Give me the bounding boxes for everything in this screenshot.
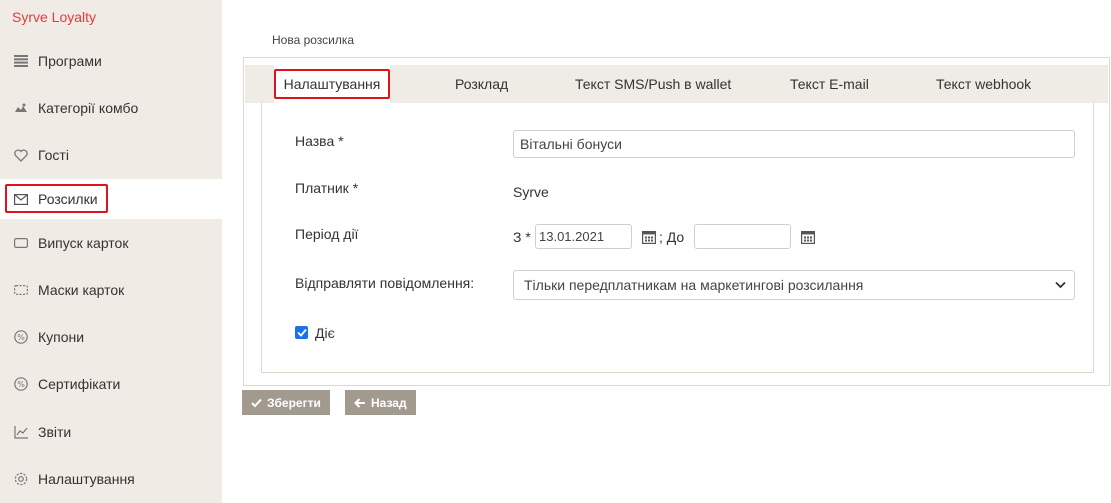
name-label: Назва * — [295, 133, 344, 149]
tab-email-text[interactable]: Текст E-mail — [790, 65, 869, 103]
chart-icon — [12, 425, 30, 439]
sidebar-item-label: Програми — [38, 53, 102, 69]
heart-icon — [12, 148, 30, 162]
sidebar: Syrve Loyalty Програми Категорії комбо Г… — [0, 0, 222, 503]
sidebar-item-guests[interactable]: Гості — [0, 135, 222, 175]
check-icon — [296, 328, 307, 337]
name-input[interactable] — [513, 130, 1075, 158]
sidebar-item-reports[interactable]: Звіти — [0, 412, 222, 452]
sidebar-item-label: Налаштування — [38, 471, 135, 487]
active-checkbox[interactable] — [295, 326, 308, 339]
sidebar-item-label: Купони — [38, 329, 85, 345]
tab-settings[interactable]: Налаштування — [274, 65, 390, 103]
period-from-input[interactable] — [535, 224, 632, 249]
sidebar-item-card-masks[interactable]: Маски карток — [0, 270, 222, 310]
save-button[interactable]: Зберегти — [242, 390, 330, 415]
svg-text:%: % — [17, 380, 25, 389]
sidebar-item-label: Сертифікати — [38, 376, 121, 392]
sidebar-item-label: Категорії комбо — [38, 100, 139, 116]
sidebar-item-settings[interactable]: Налаштування — [0, 459, 222, 499]
percent-icon: % — [12, 377, 30, 391]
period-to-input[interactable] — [694, 224, 791, 249]
sidebar-item-label: Гості — [38, 147, 69, 163]
calendar-icon[interactable] — [801, 230, 815, 244]
envelope-icon — [12, 192, 30, 206]
gear-icon — [12, 472, 30, 486]
tab-webhook-text[interactable]: Текст webhook — [936, 65, 1031, 103]
check-icon — [251, 398, 262, 408]
mailing-form-panel: Налаштування Розклад Текст SMS/Push в wa… — [243, 57, 1110, 386]
arrow-left-icon — [354, 397, 366, 408]
tab-bar: Налаштування Розклад Текст SMS/Push в wa… — [245, 65, 1108, 103]
sidebar-item-coupons[interactable]: % Купони — [0, 317, 222, 357]
sidebar-item-label: Розсилки — [38, 191, 98, 207]
tab-content: Назва * Платник * Syrve Період дії З * ;… — [261, 103, 1094, 373]
back-button-label: Назад — [371, 395, 407, 410]
tab-sms-push-text[interactable]: Текст SMS/Push в wallet — [575, 65, 731, 103]
sidebar-item-label: Звіти — [38, 424, 72, 440]
combo-icon — [12, 101, 30, 115]
sidebar-item-programs[interactable]: Програми — [0, 41, 222, 81]
sidebar-item-label: Випуск карток — [38, 235, 129, 251]
payer-value: Syrve — [513, 184, 549, 200]
send-messages-label: Відправляти повідомлення: — [295, 275, 475, 291]
card-icon — [12, 236, 30, 250]
card-mask-icon — [12, 283, 30, 297]
chevron-down-icon — [1055, 281, 1066, 289]
sidebar-item-label: Маски карток — [38, 282, 125, 298]
sidebar-item-mailings[interactable]: Розсилки — [0, 179, 222, 219]
save-button-label: Зберегти — [267, 395, 321, 410]
payer-label: Платник * — [295, 180, 359, 196]
period-to-label: ; До — [659, 229, 685, 245]
active-label: Діє — [315, 325, 335, 341]
breadcrumb: Нова розсилка — [272, 33, 355, 47]
percent-icon: % — [12, 330, 30, 344]
send-messages-value: Тільки передплатникам на маркетингові ро… — [524, 277, 864, 293]
list-icon — [12, 54, 30, 68]
brand-title[interactable]: Syrve Loyalty — [12, 9, 96, 25]
sidebar-item-combo-categories[interactable]: Категорії комбо — [0, 88, 222, 128]
tab-schedule[interactable]: Розклад — [455, 65, 508, 103]
send-messages-select[interactable]: Тільки передплатникам на маркетингові ро… — [513, 270, 1075, 300]
svg-text:%: % — [17, 333, 25, 342]
sidebar-item-card-issue[interactable]: Випуск карток — [0, 223, 222, 263]
period-from-label: З * — [513, 229, 531, 245]
back-button[interactable]: Назад — [345, 390, 416, 415]
sidebar-item-certificates[interactable]: % Сертифікати — [0, 364, 222, 404]
calendar-icon[interactable] — [642, 230, 656, 244]
period-label: Період дії — [295, 226, 359, 242]
